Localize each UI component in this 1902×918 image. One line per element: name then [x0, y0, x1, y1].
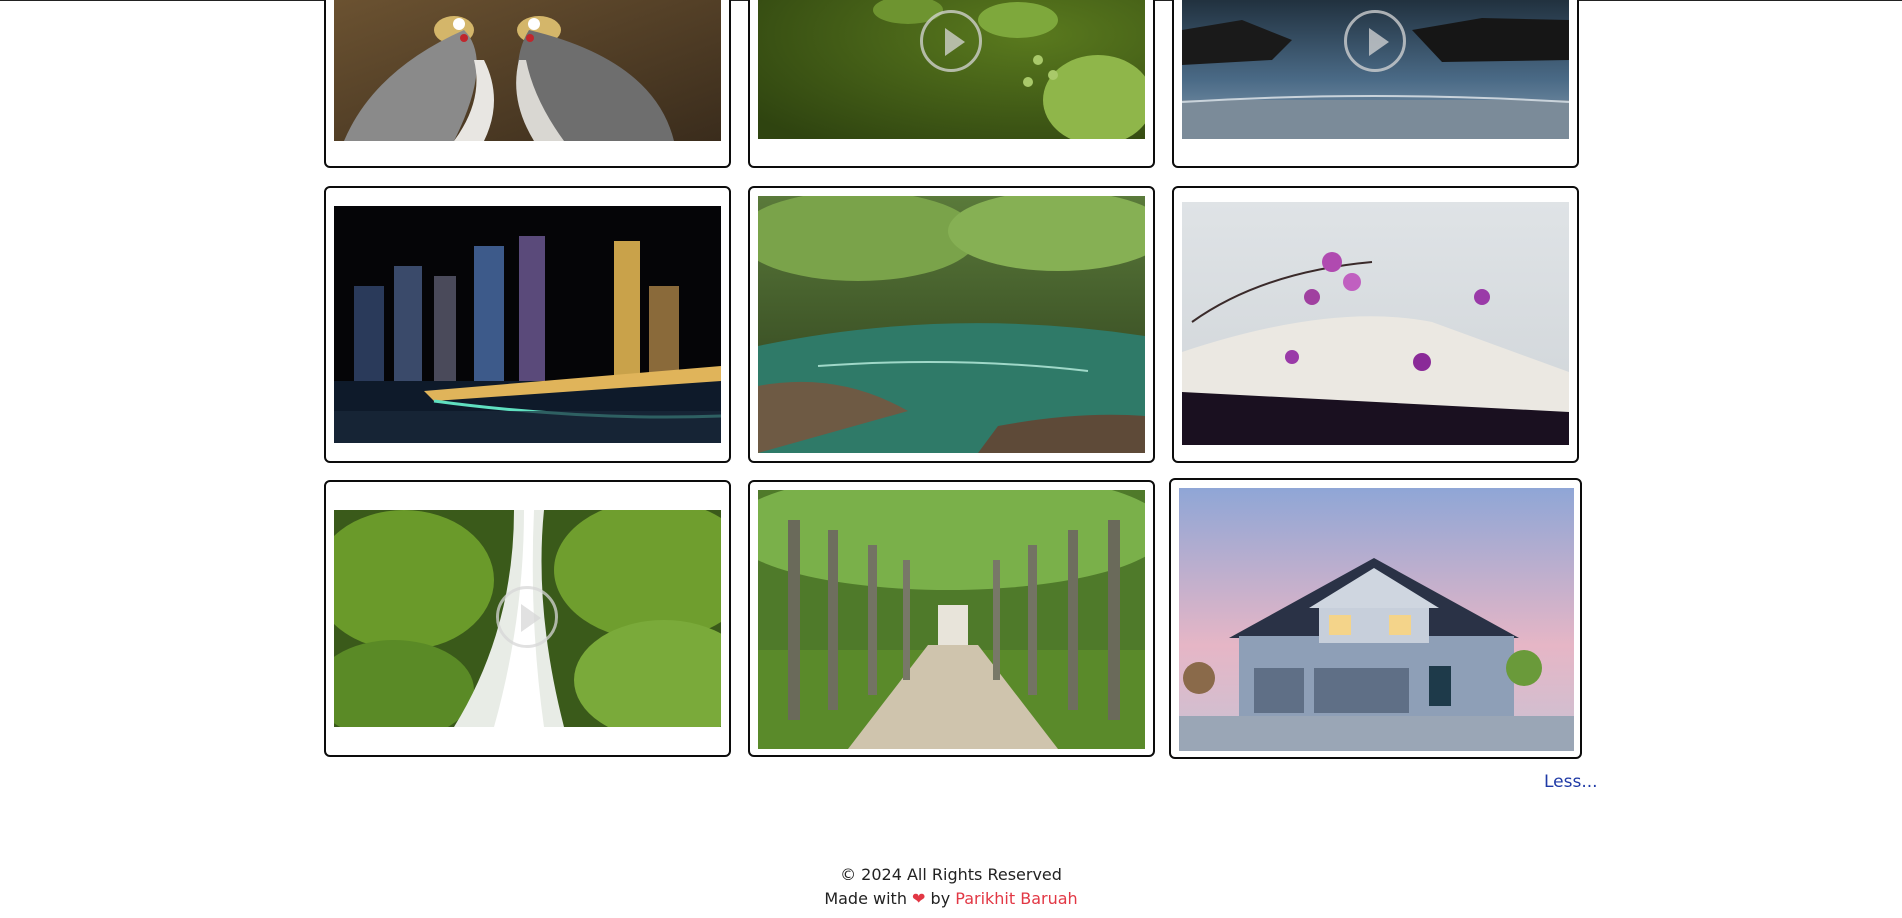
gallery-card[interactable]	[324, 480, 731, 757]
made-with-text: Made with	[824, 889, 907, 908]
by-text: by	[930, 889, 951, 908]
gallery-card[interactable]	[748, 0, 1155, 168]
play-icon[interactable]	[920, 10, 982, 72]
play-icon[interactable]	[496, 586, 558, 648]
gallery-card[interactable]	[1172, 0, 1579, 168]
gallery-card[interactable]	[748, 186, 1155, 463]
gallery-card[interactable]	[1172, 186, 1579, 463]
gallery-image[interactable]	[758, 0, 1145, 139]
footer-credit: Made with ❤ by Parikhit Baruah	[0, 889, 1902, 908]
copyright-text: © 2024 All Rights Reserved	[840, 865, 1062, 884]
gallery-card[interactable]	[324, 0, 731, 168]
less-link[interactable]: Less...	[1544, 772, 1598, 792]
gallery-image[interactable]	[758, 196, 1145, 453]
gallery-image[interactable]	[758, 490, 1145, 749]
gallery-card[interactable]	[748, 480, 1155, 757]
gallery-image[interactable]	[1182, 0, 1569, 139]
footer-copyright: © 2024 All Rights Reserved	[0, 865, 1902, 884]
gallery-image[interactable]	[1182, 202, 1569, 445]
gallery-card[interactable]	[324, 186, 731, 463]
gallery-image[interactable]	[334, 0, 721, 141]
gallery-image[interactable]	[334, 510, 721, 727]
gallery-card[interactable]	[1169, 478, 1582, 759]
author-link[interactable]: Parikhit Baruah	[955, 889, 1077, 908]
heart-icon: ❤	[912, 889, 926, 908]
gallery-image[interactable]	[1179, 488, 1574, 751]
gallery-image[interactable]	[334, 206, 721, 443]
play-icon[interactable]	[1344, 10, 1406, 72]
